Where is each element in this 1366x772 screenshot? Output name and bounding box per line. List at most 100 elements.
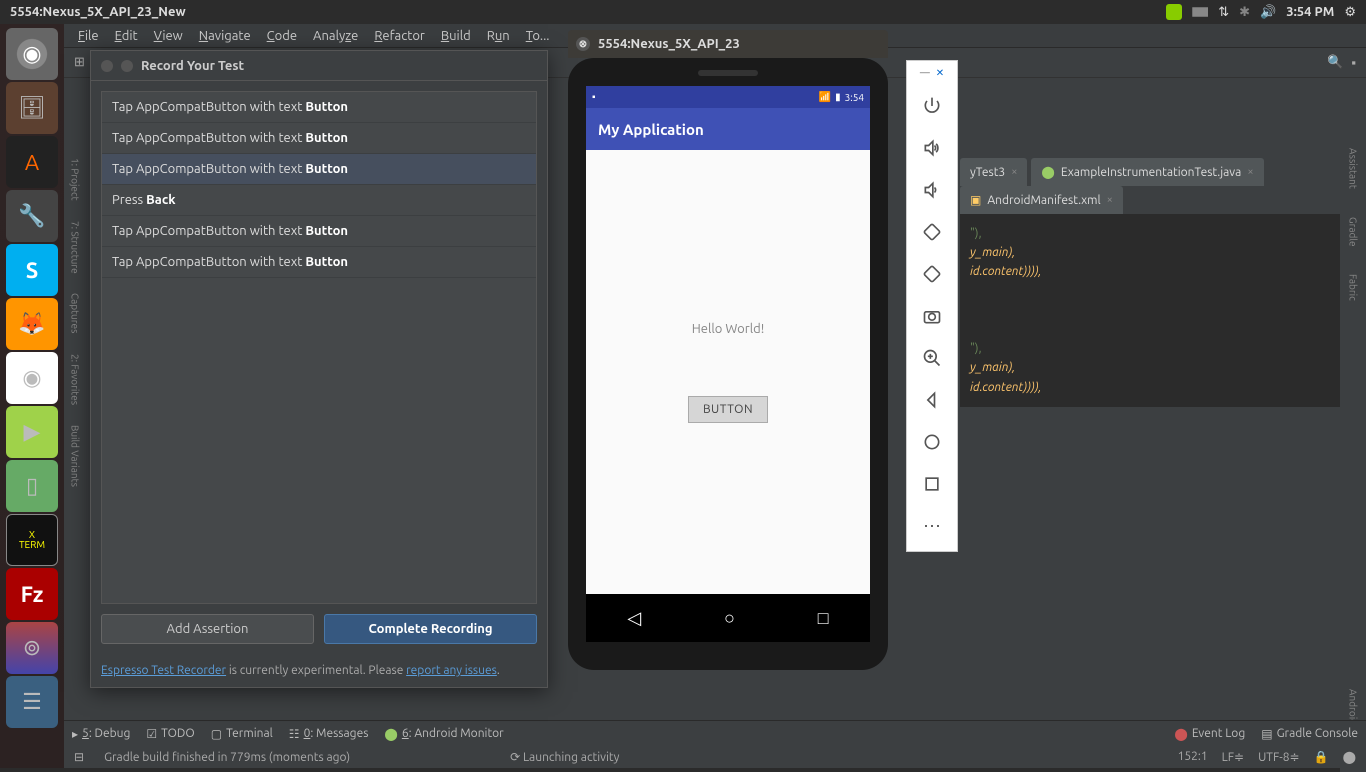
list-item[interactable]: Tap AppCompatButton with text Button — [102, 247, 536, 278]
menu-build[interactable]: Build — [435, 27, 477, 45]
tool-fabric[interactable]: Fabric — [1346, 268, 1361, 307]
close-icon[interactable]: ⊗ — [576, 37, 590, 51]
minimize-icon[interactable] — [121, 60, 133, 72]
gear-icon[interactable]: ⚙ — [1344, 5, 1356, 20]
tool-structure[interactable]: 7: Structure — [70, 221, 81, 274]
close-icon[interactable]: × — [1107, 194, 1113, 206]
file-encoding[interactable]: UTF-8≑ — [1258, 750, 1300, 764]
list-item[interactable]: Tap AppCompatButton with text Button — [102, 154, 536, 185]
git-icon[interactable]: ⬤ — [1343, 750, 1356, 764]
clock[interactable]: 3:54 PM — [1286, 5, 1334, 19]
android-studio-icon[interactable]: ▶ — [6, 406, 58, 458]
menu-analyze[interactable]: Analyze — [307, 27, 364, 45]
zoom-icon[interactable] — [907, 337, 957, 379]
screenshot-icon[interactable] — [907, 295, 957, 337]
menu-edit[interactable]: Edit — [109, 27, 144, 45]
espresso-link[interactable]: Espresso Test Recorder — [101, 664, 226, 677]
bluetooth-icon[interactable]: ✱ — [1239, 5, 1250, 20]
rotate-right-icon[interactable] — [907, 253, 957, 295]
editor-tab[interactable]: yTest3× — [960, 158, 1027, 186]
app-icon-2[interactable]: ☰ — [6, 676, 58, 728]
menu-run[interactable]: Run — [481, 27, 516, 45]
right-tool-gutter: Assistant Gradle Fabric Android Model — [1340, 132, 1366, 772]
home-icon[interactable] — [907, 421, 957, 463]
android-status-bar: ▪ 📶 ▮ 3:54 — [586, 86, 870, 108]
list-item[interactable]: Press Back — [102, 185, 536, 216]
user-icon[interactable] — [1166, 4, 1182, 20]
overview-icon[interactable] — [907, 463, 957, 505]
volume-up-icon[interactable] — [907, 127, 957, 169]
rotate-left-icon[interactable] — [907, 211, 957, 253]
tool-gradle[interactable]: Gradle — [1346, 211, 1361, 253]
complete-recording-button[interactable]: Complete Recording — [324, 614, 537, 644]
list-item[interactable]: Tap AppCompatButton with text Button — [102, 216, 536, 247]
toggle-icon[interactable]: ⊟ — [74, 750, 84, 764]
app-icon[interactable]: ⊚ — [6, 622, 58, 674]
device-screen[interactable]: ▪ 📶 ▮ 3:54 My Application Hello World! B… — [586, 86, 870, 642]
window-title: 5554:Nexus_5X_API_23_New — [10, 5, 186, 19]
breadcrumb-icon[interactable]: ⊞ — [74, 55, 85, 70]
dash-icon[interactable]: ◉ — [6, 28, 58, 80]
recents-icon[interactable]: □ — [818, 608, 829, 629]
tool-android-monitor[interactable]: ⬤ 6: Android Monitor — [384, 727, 503, 741]
search-icon[interactable]: 🔍 — [1327, 55, 1343, 70]
app-button[interactable]: BUTTON — [688, 396, 768, 423]
caret-position[interactable]: 152:1 — [1178, 750, 1208, 764]
list-item[interactable]: Tap AppCompatButton with text Button — [102, 92, 536, 123]
battery-icon: ▮ — [835, 91, 841, 103]
tool-favorites[interactable]: 2: Favorites — [70, 354, 81, 405]
avatar-icon[interactable]: ▪ — [1351, 55, 1356, 70]
close-icon[interactable]: ✕ — [936, 67, 944, 79]
add-assertion-button[interactable]: Add Assertion — [101, 614, 314, 644]
minimize-icon[interactable]: — — [920, 67, 930, 79]
more-icon[interactable]: ⋯ — [907, 505, 957, 547]
emulator-icon[interactable]: ▯ — [6, 460, 58, 512]
chrome-icon[interactable]: ◉ — [6, 352, 58, 404]
settings-icon[interactable]: 🔧 — [6, 190, 58, 242]
volume-down-icon[interactable] — [907, 169, 957, 211]
recorded-actions-list[interactable]: Tap AppCompatButton with text Button Tap… — [101, 91, 537, 604]
menu-view[interactable]: View — [148, 27, 189, 45]
insert-mode-icon[interactable]: 🔒 — [1314, 750, 1329, 764]
event-log[interactable]: ⬤ Event Log — [1174, 727, 1245, 741]
tool-debug[interactable]: ▸ 5: Debug — [72, 727, 130, 741]
power-icon[interactable] — [907, 85, 957, 127]
menu-file[interactable]: File — [72, 27, 105, 45]
gradle-console[interactable]: ▤ Gradle Console — [1261, 727, 1358, 741]
close-icon[interactable]: × — [1247, 166, 1253, 178]
mail-icon[interactable] — [1192, 4, 1208, 20]
line-separator[interactable]: LF≑ — [1222, 750, 1244, 764]
menu-code[interactable]: Code — [261, 27, 303, 45]
filezilla-icon[interactable]: Fz — [6, 568, 58, 620]
tool-terminal[interactable]: ▢ Terminal — [211, 727, 273, 741]
files-icon[interactable]: 🗄 — [6, 82, 58, 134]
tool-build-variants[interactable]: Build Variants — [70, 425, 81, 487]
skype-icon[interactable]: S — [6, 244, 58, 296]
software-updater-icon[interactable]: A — [6, 136, 58, 188]
app-content: Hello World! BUTTON — [586, 150, 870, 594]
back-icon[interactable] — [907, 379, 957, 421]
network-icon[interactable]: ⇅ — [1218, 5, 1229, 20]
close-icon[interactable] — [101, 60, 113, 72]
list-item[interactable]: Tap AppCompatButton with text Button — [102, 123, 536, 154]
volume-icon[interactable]: 🔊 — [1260, 5, 1276, 20]
tool-captures[interactable]: Captures — [70, 293, 81, 333]
tool-project[interactable]: 1: Project — [70, 158, 81, 201]
report-issues-link[interactable]: report any issues — [406, 664, 497, 677]
menu-tools[interactable]: To... — [520, 27, 556, 45]
menu-navigate[interactable]: Navigate — [193, 27, 257, 45]
emulator-titlebar[interactable]: ⊗ 5554:Nexus_5X_API_23 — [568, 30, 888, 58]
home-icon[interactable]: ○ — [724, 608, 735, 629]
firefox-icon[interactable]: 🦊 — [6, 298, 58, 350]
close-icon[interactable]: × — [1011, 166, 1017, 178]
tool-messages[interactable]: ☷ 0: Messages — [289, 727, 369, 741]
xterm-icon[interactable]: XTERM — [6, 514, 58, 566]
emulator-title: 5554:Nexus_5X_API_23 — [598, 37, 740, 51]
tool-assistant[interactable]: Assistant — [1346, 142, 1361, 195]
code-editor[interactable]: "), y_main), id.content)))), "), y_main)… — [960, 214, 1340, 407]
editor-tab[interactable]: ⬤ExampleInstrumentationTest.java× — [1031, 158, 1263, 186]
menu-refactor[interactable]: Refactor — [368, 27, 431, 45]
back-icon[interactable]: ◁ — [627, 608, 641, 629]
tool-todo[interactable]: ☑ TODO — [146, 727, 194, 741]
editor-tab[interactable]: ▣AndroidManifest.xml× — [960, 186, 1123, 214]
